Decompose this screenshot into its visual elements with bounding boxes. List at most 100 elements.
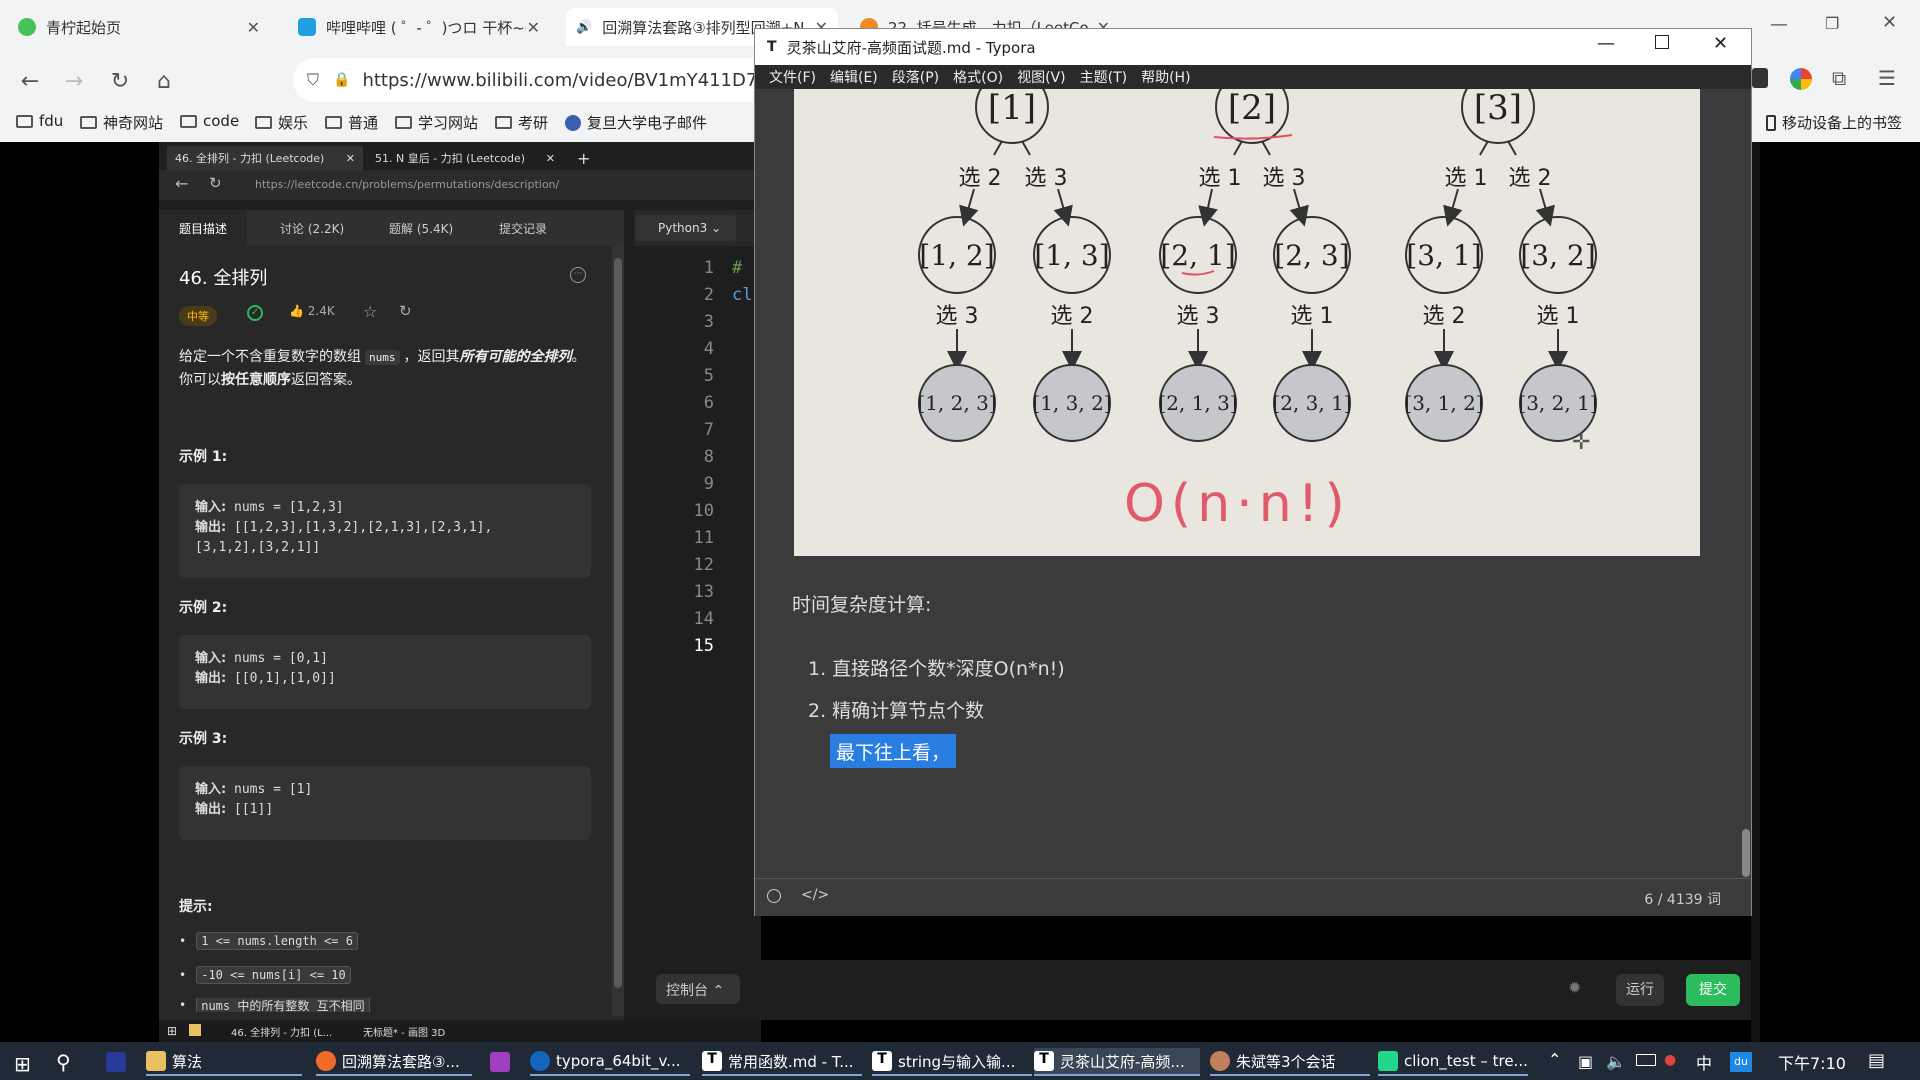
example-1-box: 输入: nums = [1,2,3] 输出: [[1,2,3],[1,3,2],… <box>179 484 591 578</box>
share-icon[interactable]: ↻ <box>399 302 412 320</box>
close-icon[interactable]: ✕ <box>546 152 555 165</box>
back-icon[interactable]: ← <box>16 68 44 96</box>
back-icon[interactable]: ← <box>175 174 188 193</box>
bookmark-code[interactable]: code <box>180 112 239 130</box>
close-icon[interactable]: ✕ <box>247 18 260 37</box>
bookmark-fudan-mail[interactable]: 复旦大学电子邮件 <box>565 112 707 133</box>
inner-tab-permutations[interactable]: 46. 全排列 - 力扣 (Leetcode) ✕ <box>167 146 363 170</box>
pdf-icon[interactable] <box>490 1052 510 1072</box>
tab-qingning[interactable]: 青柠起始页 ✕ <box>8 8 270 46</box>
thumb-up-icon: 👍 <box>289 304 304 318</box>
typora-scrollbar[interactable] <box>1742 829 1750 877</box>
line-number: 13 <box>693 582 714 602</box>
restore-icon[interactable]: ❐ <box>1825 14 1839 33</box>
minimize-icon[interactable]: — <box>1770 14 1788 35</box>
taskbar-item-chat[interactable]: 朱斌等3个会话 <box>1210 1048 1370 1076</box>
console-toggle[interactable]: 控制台 ⌃ <box>656 974 740 1004</box>
address-bar[interactable]: ⛉ 🔒 https://www.bilibili.com/video/BV1mY… <box>293 58 775 102</box>
maximize-icon[interactable] <box>1655 35 1669 49</box>
battery-icon[interactable] <box>1636 1054 1656 1066</box>
reload-icon[interactable]: ↻ <box>106 68 134 96</box>
tab-discussion[interactable]: 讨论 (2.2K) <box>280 220 344 237</box>
outline-toggle-icon[interactable] <box>767 889 781 903</box>
menu-format[interactable]: 格式(O) <box>953 67 1003 87</box>
menu-theme[interactable]: 主题(T) <box>1080 67 1127 87</box>
puzzle-icon[interactable]: ⧉ <box>1832 66 1846 90</box>
bookmark-shenqi[interactable]: 神奇网站 <box>80 112 163 133</box>
taskbar-item-lingcha[interactable]: T 灵茶山艾府-高频... <box>1034 1048 1200 1076</box>
mini-taskbar-item[interactable]: 46. 全排列 - 力扣 (L... <box>231 1024 332 1039</box>
home-icon[interactable]: ⌂ <box>150 68 178 96</box>
windows-start-icon[interactable]: ⊞ <box>14 1052 31 1076</box>
submit-button[interactable]: 提交 <box>1686 974 1740 1006</box>
tab-submissions[interactable]: 提交记录 <box>499 220 547 237</box>
forward-icon[interactable]: → <box>60 68 88 96</box>
mini-taskbar-item[interactable]: 无标题* - 画图 3D <box>363 1024 445 1039</box>
taskbar-item-clion[interactable]: clion_test – tre... <box>1378 1048 1528 1076</box>
edge-label: 选 1 <box>1199 166 1242 191</box>
bookmark-yule[interactable]: 娱乐 <box>255 112 308 133</box>
taskbar-item-suanfa[interactable]: 算法 <box>146 1048 302 1076</box>
network-icon[interactable]: ▣ <box>1578 1052 1593 1071</box>
source-code-icon[interactable]: </> <box>801 887 829 903</box>
taskbar-item-typora-installer[interactable]: typora_64bit_v... <box>530 1048 690 1076</box>
run-button[interactable]: 运行 <box>1616 974 1664 1006</box>
inner-address-bar[interactable]: ← ↻ https://leetcode.cn/problems/permuta… <box>159 170 761 200</box>
search-icon[interactable]: ⚲ <box>56 1050 71 1074</box>
bookmark-putong[interactable]: 普通 <box>325 112 378 133</box>
taskbar-item-string[interactable]: Tstring与输入输... <box>872 1048 1032 1076</box>
example-1-title: 示例 1: <box>179 449 228 465</box>
close-window-icon[interactable]: ✕ <box>1882 12 1897 33</box>
selected-text[interactable]: 最下往上看， <box>830 734 957 768</box>
windows-icon: ⊞ <box>167 1024 178 1038</box>
tab-bilibili-home[interactable]: 哔哩哔哩 ( ゜- ゜)つロ 干杯~-bili ✕ <box>288 8 550 46</box>
taskbar-item-changyong[interactable]: T 常用函数.md - T... <box>702 1048 862 1076</box>
baidu-input-icon[interactable]: du <box>1730 1052 1752 1072</box>
minimize-icon[interactable]: — <box>1597 33 1615 54</box>
volume-icon[interactable]: 🔈 <box>1606 1052 1626 1071</box>
reload-icon[interactable]: ↻ <box>209 174 222 192</box>
problem-title: 46. 全排列 <box>179 268 268 289</box>
clock[interactable]: 下午7:10 <box>1778 1050 1846 1074</box>
menu-view[interactable]: 视图(V) <box>1017 67 1066 87</box>
close-icon[interactable]: ✕ <box>1713 33 1728 54</box>
edge-label: 选 2 <box>1051 304 1094 329</box>
menu-icon[interactable]: ☰ <box>1878 66 1896 90</box>
edge-label: 选 2 <box>1423 304 1466 329</box>
bookmark-mobile[interactable]: 移动设备上的书签 <box>1766 112 1902 133</box>
debug-icon[interactable]: ✹ <box>1568 978 1581 997</box>
scroll-thumb[interactable] <box>614 258 622 988</box>
ime-indicator[interactable]: 中 <box>1696 1050 1712 1074</box>
menu-edit[interactable]: 编辑(E) <box>830 67 878 87</box>
tab-solutions[interactable]: 题解 (5.4K) <box>389 220 453 237</box>
like-button[interactable]: 👍 2.4K <box>289 304 335 318</box>
folder-icon <box>395 116 412 129</box>
language-select[interactable]: Python3 ⌄ <box>636 215 736 241</box>
code-text: # <box>732 258 743 278</box>
bookmark-xuexi[interactable]: 学习网站 <box>395 112 478 133</box>
chrome-extension-icon[interactable] <box>1790 68 1812 90</box>
bookmark-fdu[interactable]: fdu <box>16 112 63 130</box>
new-tab-icon[interactable]: + <box>569 146 598 170</box>
extension-icon[interactable] <box>1752 68 1768 88</box>
chevron-up-icon[interactable]: ⌃ <box>1548 1050 1561 1069</box>
tray-app-icon[interactable]: ● <box>1664 1052 1676 1068</box>
bookmark-kaoyan[interactable]: 考研 <box>495 112 548 133</box>
close-icon[interactable]: ✕ <box>527 18 540 37</box>
taskbar-item-firefox[interactable]: 回溯算法套路③... <box>316 1048 472 1076</box>
more-icon[interactable]: ··· <box>570 267 586 283</box>
menu-file[interactable]: 文件(F) <box>769 67 816 87</box>
menu-help[interactable]: 帮助(H) <box>1141 67 1190 87</box>
tab-description[interactable]: 题目描述 <box>179 220 227 237</box>
menu-paragraph[interactable]: 段落(P) <box>892 67 939 87</box>
permutation-tree-image: [1] [2] [3] 选 2 选 3 选 1 选 3 选 1 选 2 选 3 … <box>794 70 1700 556</box>
word-count[interactable]: 6 / 4139 词 <box>1644 889 1721 909</box>
close-icon[interactable]: ✕ <box>346 152 355 165</box>
problem-scrollbar[interactable] <box>612 246 624 1016</box>
inner-tab-nqueens[interactable]: 51. N 皇后 - 力扣 (Leetcode) ✕ <box>367 146 563 170</box>
app-icon[interactable] <box>106 1052 126 1072</box>
notification-icon[interactable]: ▤ <box>1868 1050 1885 1071</box>
tree-label: [3, 1] <box>1406 239 1481 272</box>
star-icon[interactable]: ☆ <box>363 302 377 321</box>
code-text: cl <box>732 285 753 305</box>
